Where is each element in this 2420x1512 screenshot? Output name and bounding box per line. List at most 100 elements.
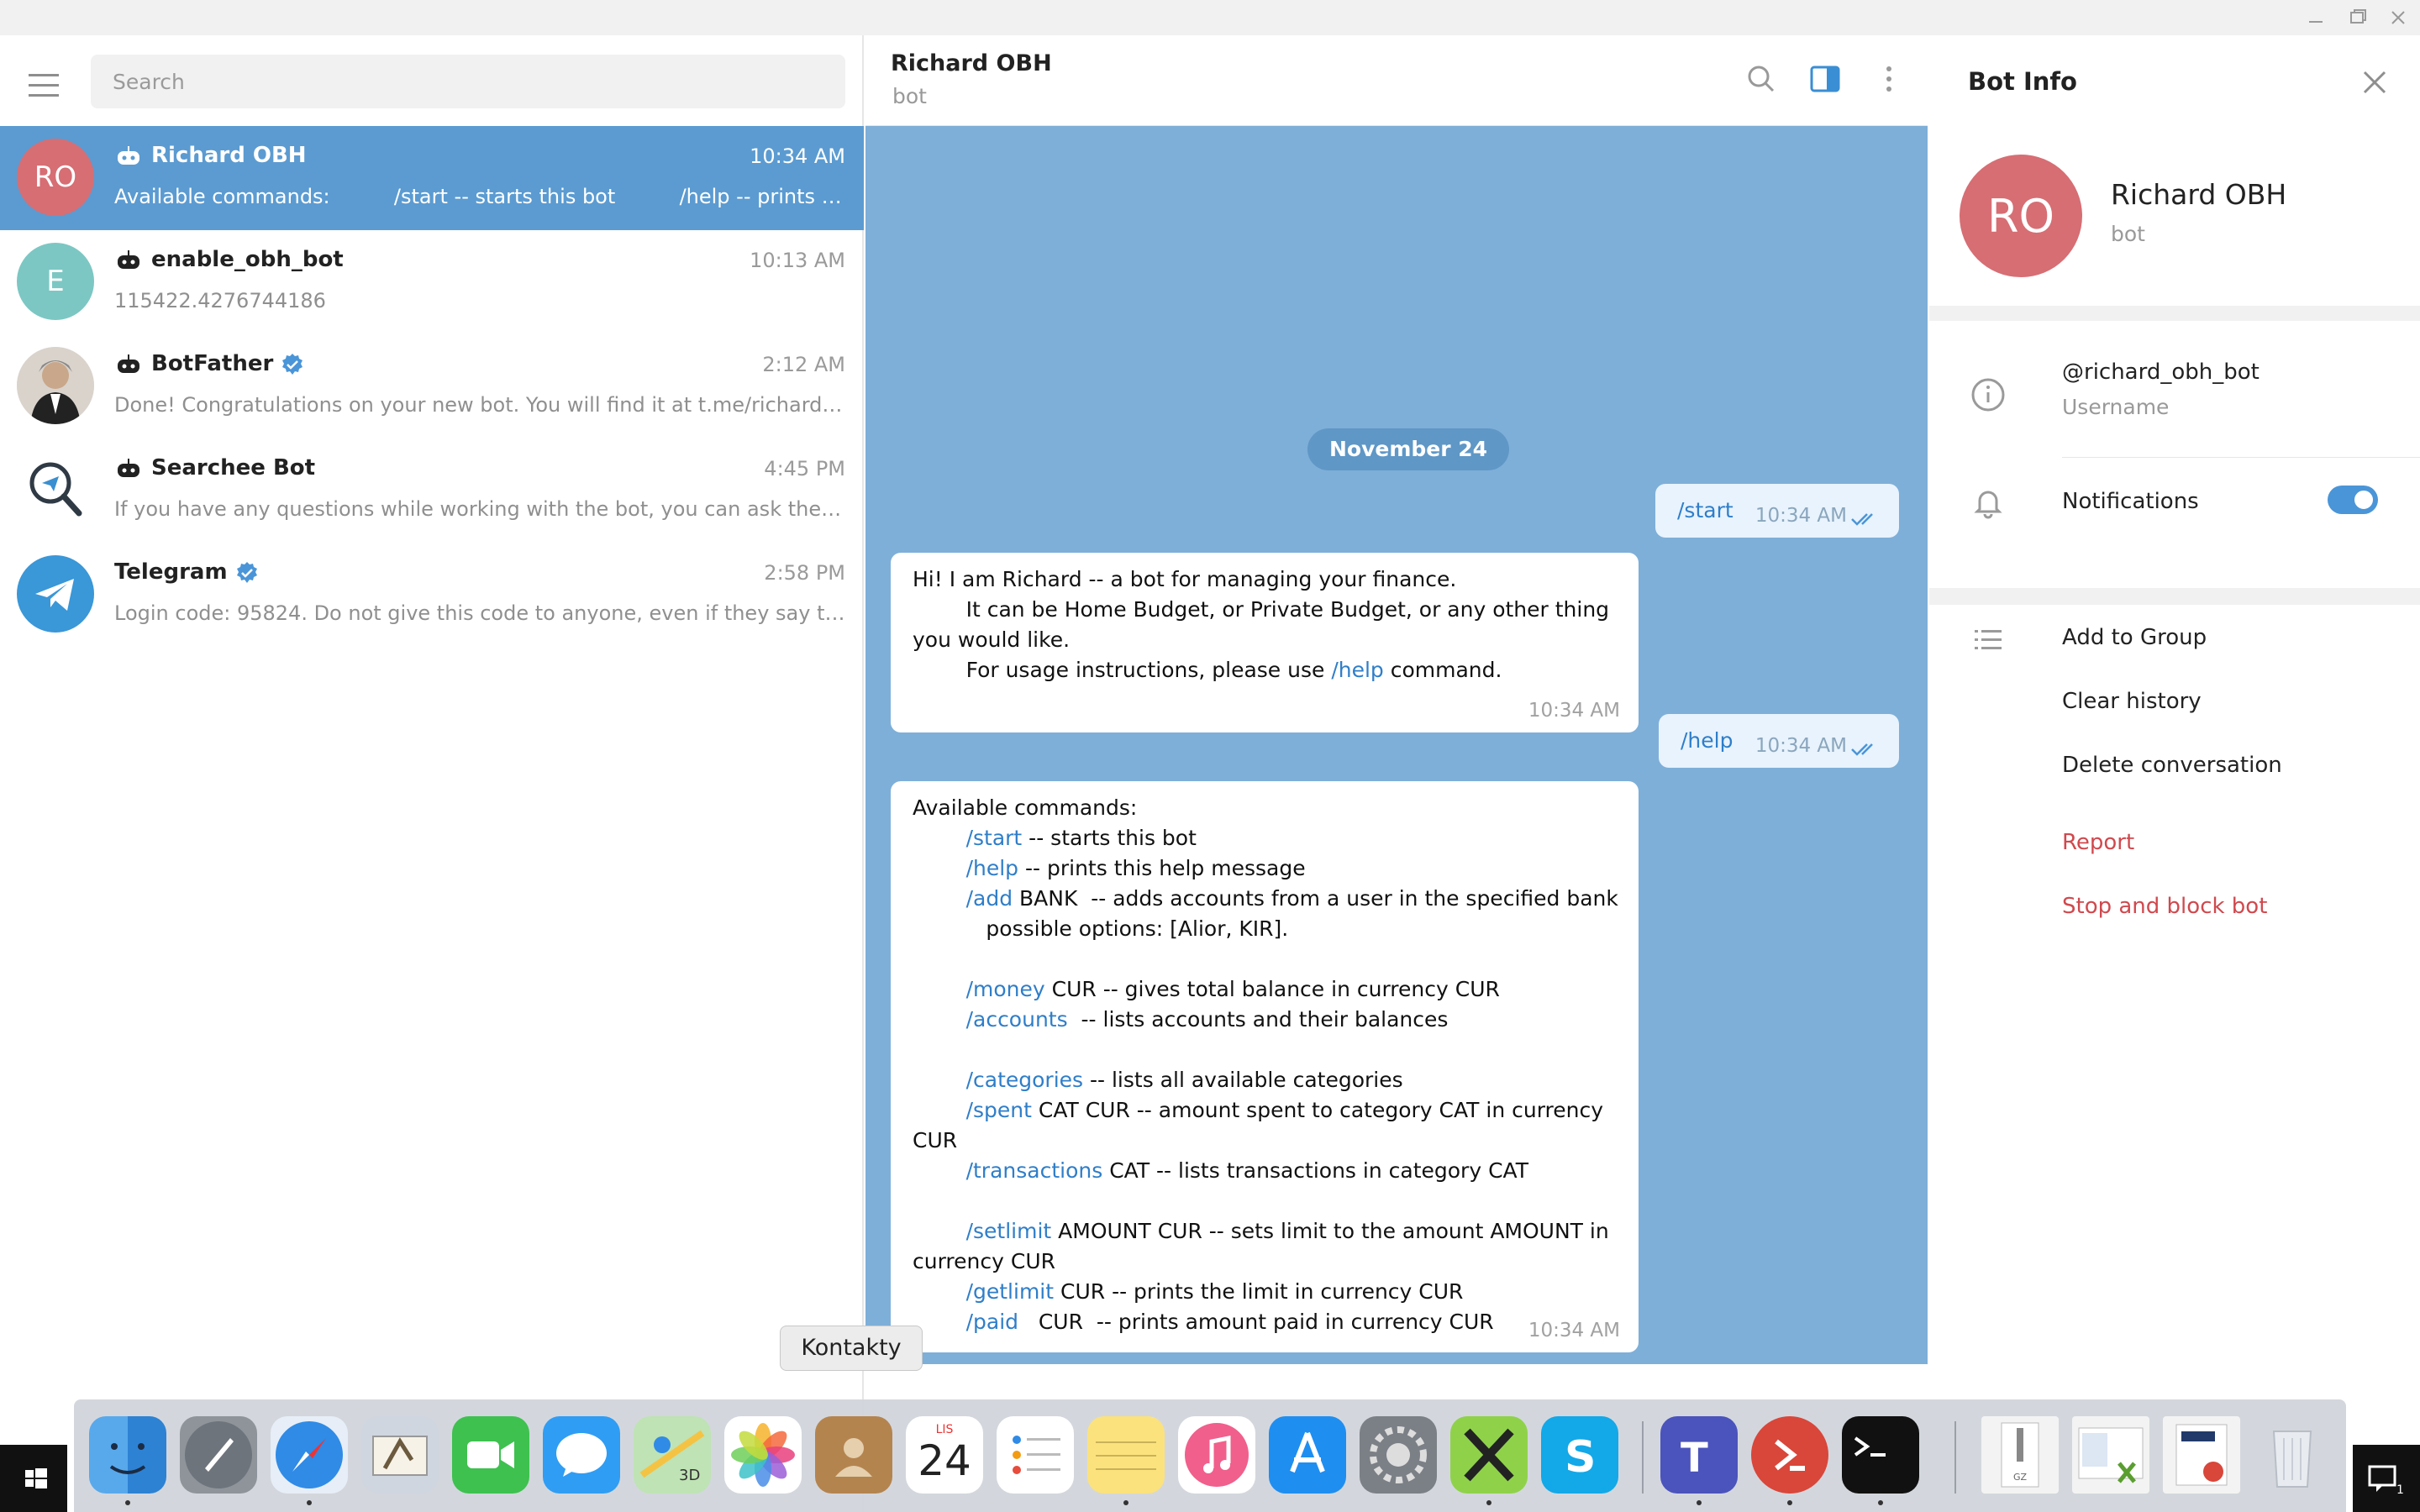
- bot-icon: [118, 459, 139, 477]
- delete-conversation-button[interactable]: Delete conversation: [2062, 753, 2282, 778]
- chat-item-enable-obh-bot[interactable]: E enable_obh_bot 10:13 AM 115422.4276744…: [0, 230, 864, 334]
- notification-center-icon[interactable]: 1: [2353, 1445, 2420, 1512]
- message-line: It can be Home Budget, or Private Budget…: [913, 597, 1610, 622]
- svg-text:3D: 3D: [679, 1467, 700, 1484]
- bot-command-link[interactable]: /spent: [966, 1098, 1032, 1122]
- panel-title: Bot Info: [1968, 67, 2077, 96]
- finder-icon[interactable]: [89, 1416, 166, 1494]
- profile-name: Richard OBH: [2111, 178, 2287, 211]
- message-time: 10:34 AM: [1754, 735, 1847, 757]
- launchpad-icon[interactable]: [180, 1416, 257, 1494]
- minimize-icon[interactable]: [2299, 3, 2333, 32]
- search-input[interactable]: [91, 55, 845, 108]
- hamburger-menu-icon[interactable]: [25, 69, 66, 102]
- username-value[interactable]: @richard_obh_bot: [2062, 360, 2260, 385]
- chat-name: enable_obh_bot: [151, 247, 344, 272]
- bot-icon: [118, 354, 139, 373]
- more-options-icon[interactable]: [1870, 60, 1907, 97]
- message-line: [913, 1035, 1617, 1065]
- archive-file-icon[interactable]: GZ: [1981, 1416, 2059, 1494]
- outgoing-message[interactable]: /start 10:34 AM: [1655, 484, 1899, 538]
- running-indicator: [1486, 1500, 1491, 1505]
- mail-icon[interactable]: [361, 1416, 439, 1494]
- bot-command-link[interactable]: /getlimit: [966, 1279, 1054, 1304]
- bot-command-link[interactable]: /money: [966, 977, 1045, 1001]
- verified-badge-icon: [236, 561, 257, 583]
- message-line: /setlimit AMOUNT CUR -- sets limit to th…: [965, 1219, 1609, 1243]
- bot-command-link[interactable]: /categories: [966, 1068, 1083, 1092]
- terminal-icon[interactable]: [1842, 1416, 1919, 1494]
- bot-command-link[interactable]: /accounts: [966, 1007, 1068, 1032]
- chat-item-searchee-bot[interactable]: Searchee Bot 4:45 PM If you have any que…: [0, 438, 864, 543]
- chat-preview: Done! Congratulations on your new bot. Y…: [114, 393, 845, 417]
- photos-icon[interactable]: [724, 1416, 802, 1494]
- notifications-label: Notifications: [2062, 489, 2199, 514]
- username-label: Username: [2062, 395, 2170, 419]
- contacts-icon[interactable]: [815, 1416, 892, 1494]
- window-close-icon[interactable]: [2381, 3, 2415, 32]
- bot-command-link[interactable]: /transactions: [966, 1158, 1103, 1183]
- safari-icon[interactable]: [271, 1416, 348, 1494]
- notes-icon[interactable]: [1087, 1416, 1165, 1494]
- outgoing-message[interactable]: /help 10:34 AM: [1659, 714, 1899, 768]
- chat-item-telegram[interactable]: Telegram 2:58 PM Login code: 95824. Do n…: [0, 543, 864, 647]
- add-to-group-button[interactable]: Add to Group: [2062, 625, 2207, 650]
- bot-command-link[interactable]: /add: [966, 886, 1013, 911]
- incoming-message[interactable]: Available commands: /start -- starts thi…: [891, 781, 1639, 1352]
- bot-command-link[interactable]: /paid: [966, 1310, 1018, 1334]
- message-text[interactable]: /start: [1677, 498, 1733, 522]
- windows-start-button[interactable]: [0, 1445, 67, 1512]
- bot-command-link[interactable]: /setlimit: [966, 1219, 1052, 1243]
- report-button[interactable]: Report: [2062, 830, 2134, 855]
- message-text[interactable]: /help: [1681, 728, 1733, 753]
- chat-item-botfather[interactable]: BotFather 2:12 AM Done! Congratulations …: [0, 334, 864, 438]
- incoming-message[interactable]: Hi! I am Richard -- a bot for managing y…: [891, 553, 1639, 732]
- double-check-icon: [1851, 513, 1873, 526]
- chat-preview: Available commands: /start -- starts thi…: [114, 185, 845, 208]
- message-line: possible options: [Alior, KIR].: [913, 916, 1289, 941]
- messages-icon[interactable]: [543, 1416, 620, 1494]
- document-stack-icon[interactable]: [2072, 1416, 2149, 1494]
- bot-command-link[interactable]: /start: [966, 826, 1023, 850]
- app-store-icon[interactable]: [1269, 1416, 1346, 1494]
- search-icon[interactable]: [1743, 60, 1780, 97]
- avatar: [17, 555, 94, 633]
- chat-time: 2:58 PM: [764, 561, 845, 585]
- running-indicator: [1123, 1500, 1128, 1505]
- sidebar-toggle-icon[interactable]: [1807, 60, 1844, 97]
- chat-time: 4:45 PM: [764, 457, 845, 480]
- dock-separator: [1642, 1421, 1644, 1494]
- chat-item-richard-obh[interactable]: RO Richard OBH 10:34 AM Available comman…: [0, 126, 864, 230]
- window-titlebar: [0, 0, 2420, 35]
- teams-icon[interactable]: T: [1660, 1416, 1738, 1494]
- xquartz-icon[interactable]: [1450, 1416, 1528, 1494]
- avatar: RO: [17, 139, 94, 216]
- svg-text:S: S: [1565, 1432, 1596, 1483]
- maps-icon[interactable]: 3D: [634, 1416, 711, 1494]
- skype-icon[interactable]: S: [1541, 1416, 1618, 1494]
- restore-icon[interactable]: [2341, 3, 2375, 32]
- music-icon[interactable]: [1178, 1416, 1255, 1494]
- reminders-icon[interactable]: [997, 1416, 1074, 1494]
- clear-history-button[interactable]: Clear history: [2062, 689, 2202, 714]
- message-line: CUR: [913, 1128, 958, 1152]
- remote-desktop-icon[interactable]: [1751, 1416, 1828, 1494]
- profile-subtitle: bot: [2111, 222, 2145, 246]
- bot-command-link[interactable]: /help: [966, 856, 1018, 880]
- application-folder-icon[interactable]: [2163, 1416, 2240, 1494]
- avatar: [17, 347, 94, 424]
- message-line: you would like.: [913, 627, 1071, 652]
- calendar-icon[interactable]: LIS 24: [906, 1416, 983, 1494]
- stop-and-block-bot-button[interactable]: Stop and block bot: [2062, 894, 2267, 919]
- date-separator: November 24: [1307, 428, 1510, 470]
- bot-command-link[interactable]: /help: [1331, 658, 1383, 682]
- chat-list-panel: RO Richard OBH 10:34 AM Available comman…: [0, 35, 864, 1512]
- trash-icon[interactable]: [2254, 1416, 2331, 1494]
- bot-info-panel: Bot Info RO Richard OBH bot @richard_obh…: [1929, 35, 2420, 1512]
- close-icon[interactable]: [2358, 66, 2391, 99]
- facetime-icon[interactable]: [452, 1416, 529, 1494]
- chat-title[interactable]: Richard OBH: [891, 50, 1052, 76]
- notifications-toggle[interactable]: [2328, 486, 2378, 514]
- system-preferences-icon[interactable]: [1360, 1416, 1437, 1494]
- bell-icon: [1974, 491, 2002, 519]
